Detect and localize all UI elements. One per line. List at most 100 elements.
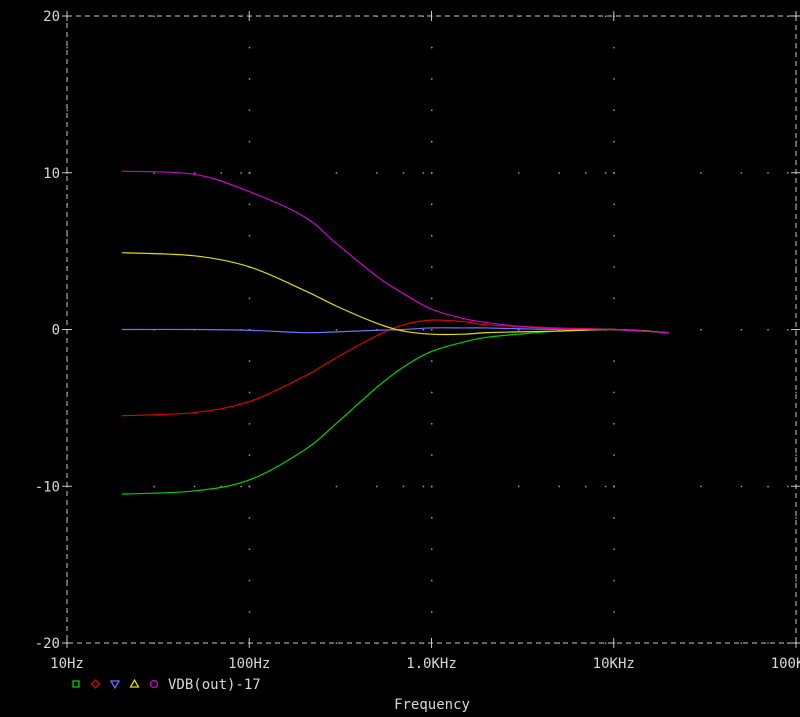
grid-dot [402,642,405,644]
grid-dot [613,391,615,394]
grid-dot [431,78,433,80]
grid-dot [422,642,425,644]
grid-dot [153,15,155,17]
grid-dot [604,172,607,174]
grid-dot [248,454,251,456]
grid-dot [248,172,251,174]
grid-dot [767,172,769,174]
grid-dot [431,485,433,488]
grid-dot [613,297,615,300]
grid-dot [613,454,615,456]
grid-dot [402,172,405,174]
grid-dot [795,548,797,550]
grid-dot [431,611,433,613]
y-tick-label: 10 [43,166,60,182]
grid-dot [431,109,433,112]
grid-dot [248,78,251,80]
grid-dot [422,172,425,174]
grid-dot [248,517,251,519]
grid-dot [613,140,615,143]
grid-dot [613,46,615,49]
grid-dot [248,391,251,394]
grid-dot [431,454,433,456]
legend-markers [72,678,159,690]
legend-triangle-down-icon [109,680,121,690]
grid-dot [700,15,702,17]
grid-dot [613,517,615,519]
grid-dot [740,15,743,17]
x-tick-label: 10KHz [593,656,635,672]
grid-dot [585,642,587,644]
grid-dot [431,234,433,237]
grid-dot [613,78,615,80]
grid-dot [613,579,615,582]
grid-dot [248,360,251,362]
grid-dot [193,15,196,17]
grid-dot [700,485,702,488]
grid-dot [193,172,196,174]
grid-dot [740,642,743,644]
grid-dot [66,611,68,613]
grid-dot [431,297,433,300]
grid-dot [613,423,615,425]
grid-dot [700,329,702,331]
grid-dot [795,297,797,300]
grid-dot [787,329,789,331]
grid-dot [795,517,797,519]
grid-dot [431,329,433,331]
grid-dot [613,266,615,268]
grid-dot [795,391,797,394]
grid-dot [335,172,338,174]
grid-dot [66,140,68,143]
grid-dot [376,172,378,174]
y-tick-label: 0 [52,323,60,339]
grid-dot [66,517,68,519]
grid-dot [700,642,702,644]
grid-dot [248,548,251,550]
grid-dot [795,234,797,237]
grid-dot [767,642,769,644]
grid-dot [795,611,797,613]
grid-dot [66,266,68,268]
grid-dot [248,140,251,143]
grid-dot [740,485,743,488]
grid-dot [431,548,433,550]
grid-dot [248,46,251,49]
x-axis-label: Frequency [394,697,470,713]
bode-plot: 10Hz 100Hz 1.0KHz 10KHz 100KHz 20 10 0 -10 -20 VD… [35,9,800,713]
grid-dot [604,485,607,488]
grid-dot [66,423,68,425]
grid-dot [613,485,615,488]
grid-dot [795,203,797,206]
grid-dot [248,234,251,237]
grid-dot [431,172,433,174]
legend: VDB(out)-17 [72,677,261,693]
grid-dot [66,78,68,80]
grid-dot [248,485,251,488]
legend-circle-icon [149,679,159,689]
grid-dot [422,15,425,17]
grid-dot [66,297,68,300]
grid-dot [335,329,338,331]
grid-dot [402,485,405,488]
grid-dot [153,172,155,174]
grid-dot [787,172,789,174]
grid-dot [402,15,405,17]
grid-dot [613,109,615,112]
grid-dot [220,642,223,644]
series-line-red [121,319,669,417]
grid-dot [431,203,433,206]
grid-dot [585,172,587,174]
grid-dot [740,172,743,174]
series-line-magenta [121,170,669,334]
curves [121,170,669,495]
grid-dot [787,485,789,488]
grid-dot [66,46,68,49]
grid-dot [240,642,242,644]
grid-dot [795,78,797,80]
grid-dot [376,485,378,488]
grid-dot [240,172,242,174]
legend-triangle-up-icon [129,678,140,688]
grid-dot [193,642,196,644]
grid-dot [431,579,433,582]
